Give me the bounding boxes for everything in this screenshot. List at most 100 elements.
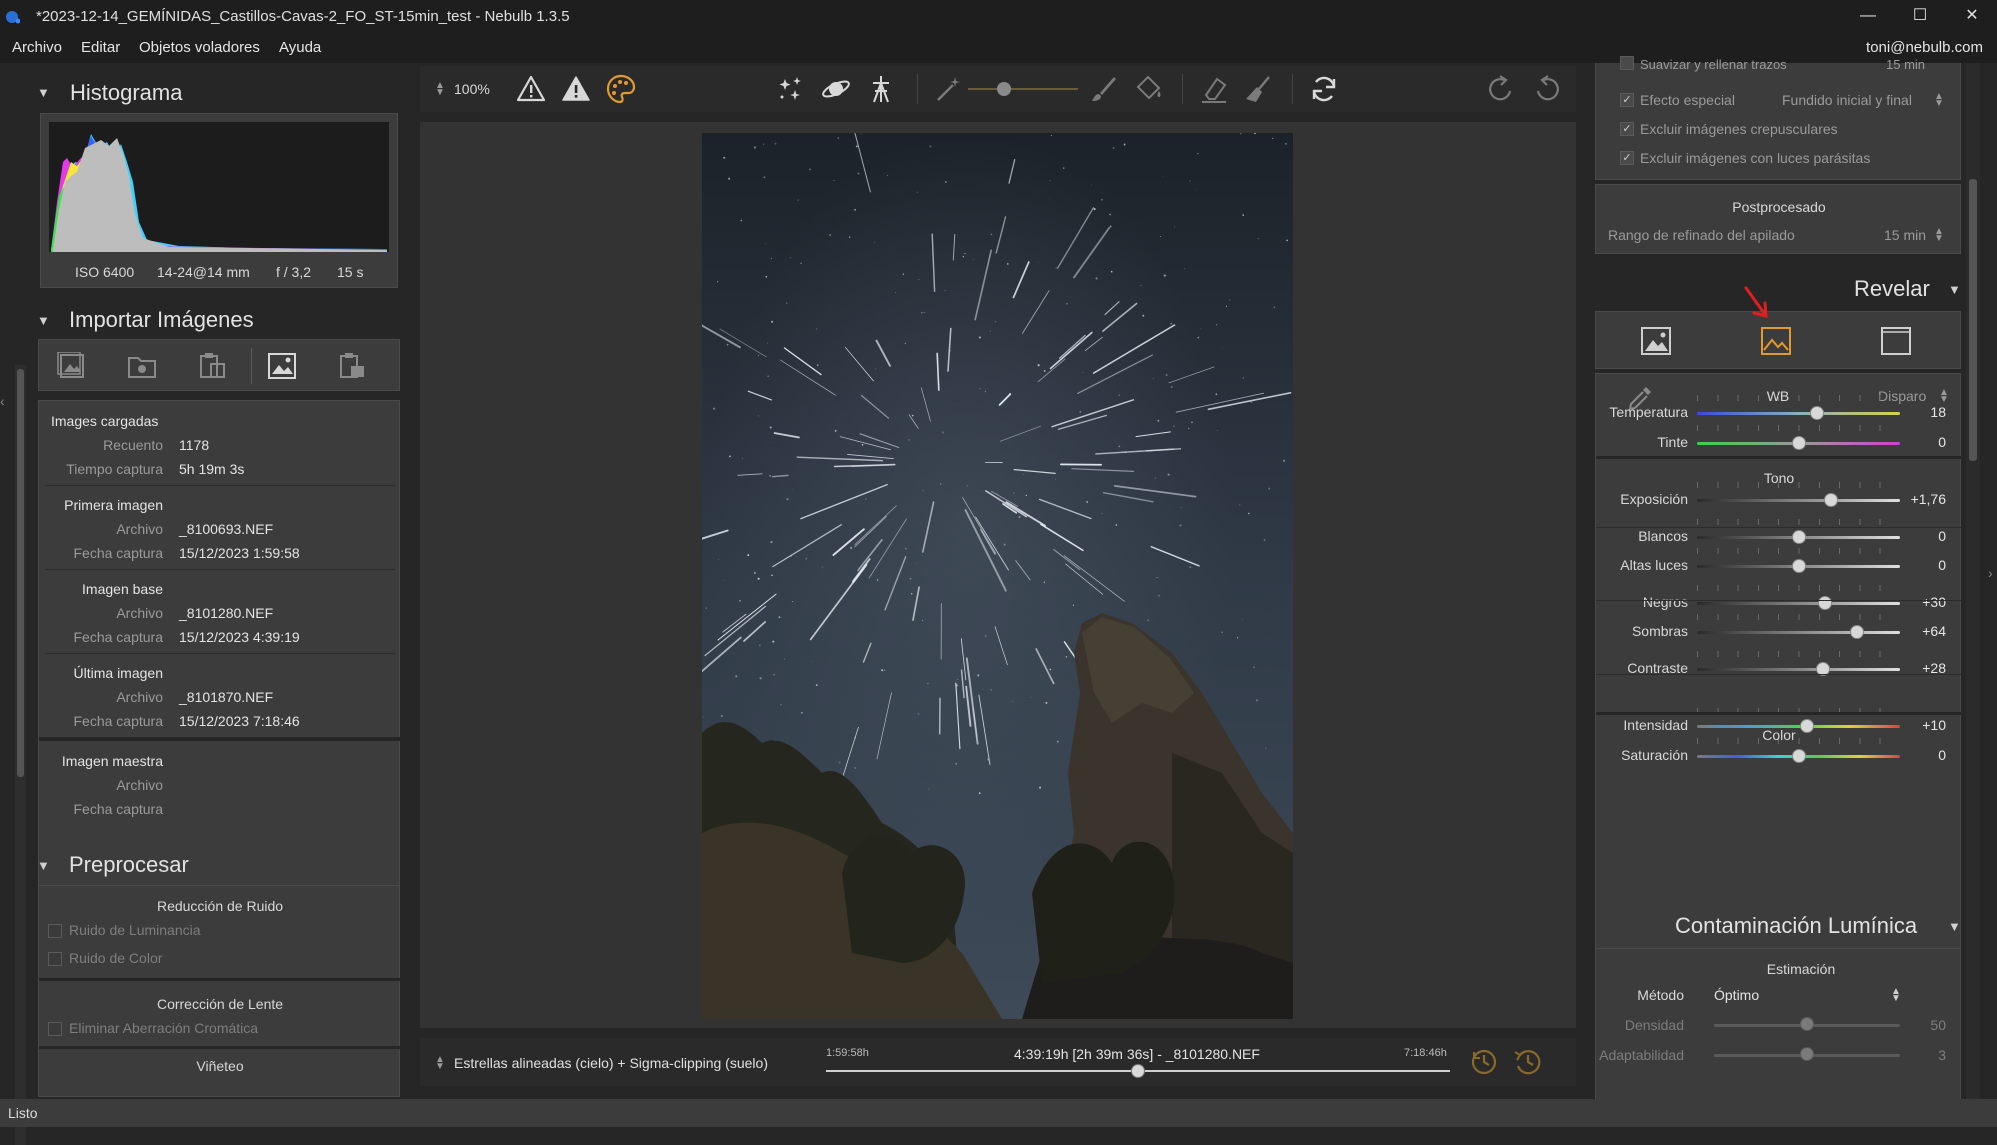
tinte-slider-knob[interactable]	[1792, 436, 1806, 450]
magic-wand-icon[interactable]	[933, 73, 965, 105]
stacking-mode[interactable]: Estrellas alineadas (cielo) + Sigma-clip…	[454, 1055, 768, 1071]
import-toolbar	[38, 339, 400, 391]
tab-frame-icon[interactable]	[1880, 326, 1912, 356]
timeline-knob[interactable]	[1131, 1064, 1145, 1078]
zoom-level[interactable]: 100%	[454, 81, 490, 97]
eraser-icon[interactable]	[1198, 73, 1230, 105]
sombras-slider-knob[interactable]	[1850, 625, 1864, 639]
paste-images-icon[interactable]	[197, 352, 227, 380]
maximize-button[interactable]: ☐	[1895, 0, 1945, 33]
menu-archivo[interactable]: Archivo	[12, 39, 62, 56]
menu-objetos-voladores[interactable]: Objetos voladores	[139, 39, 260, 56]
star	[1050, 669, 1052, 671]
zoom-spinner-icon[interactable]: ▲▼	[435, 82, 445, 96]
star	[829, 234, 831, 236]
contraste-slider[interactable]	[1697, 668, 1900, 671]
star	[929, 145, 931, 147]
altas-slider-knob[interactable]	[1792, 559, 1806, 573]
right-collapse-icon[interactable]: ›	[1988, 565, 1993, 581]
adaptability-slider-knob[interactable]	[1800, 1047, 1814, 1061]
refine-range-value[interactable]: 15 min	[1884, 227, 1926, 243]
timeline-start: 1:59:58h	[826, 1047, 869, 1059]
preprocess-collapse-icon[interactable]: ▼	[37, 858, 50, 873]
negros-slider[interactable]	[1697, 602, 1900, 605]
right-scrollbar-thumb[interactable]	[1969, 179, 1977, 461]
brush-icon[interactable]	[1088, 73, 1120, 105]
undo-icon[interactable]	[1530, 73, 1562, 105]
exposicion-slider-knob[interactable]	[1824, 493, 1838, 507]
method-spinner-icon[interactable]: ▲▼	[1891, 988, 1901, 1002]
develop-collapse-icon[interactable]: ▼	[1948, 282, 1961, 297]
temperatura-slider-knob[interactable]	[1810, 406, 1824, 420]
import-collapse-icon[interactable]: ▼	[37, 313, 50, 328]
stars-icon[interactable]	[775, 73, 807, 105]
star	[1012, 701, 1013, 702]
sombras-slider[interactable]	[1697, 631, 1900, 634]
planet-icon[interactable]	[820, 73, 852, 105]
exclude-parasitic-checkbox[interactable]: ✓	[1620, 151, 1634, 165]
refine-range-spinner-icon[interactable]: ▲▼	[1934, 228, 1944, 242]
special-effect-value[interactable]: Fundido inicial y final	[1782, 92, 1912, 108]
exposicion-slider[interactable]	[1697, 499, 1900, 502]
left-scrollbar[interactable]	[15, 365, 26, 1145]
master-image-icon[interactable]	[267, 352, 297, 380]
special-effect-checkbox[interactable]: ✓	[1620, 93, 1634, 107]
menu-editar[interactable]: Editar	[81, 39, 120, 56]
color-noise-checkbox[interactable]	[48, 952, 62, 966]
clock-history-icon[interactable]	[1512, 1046, 1544, 1078]
right-scrollbar[interactable]	[1966, 63, 1980, 1099]
star	[1141, 285, 1142, 286]
chromatic-aberration-checkbox[interactable]	[48, 1022, 62, 1036]
star	[1242, 619, 1243, 620]
clock-rewind-icon[interactable]	[1468, 1046, 1500, 1078]
star	[1265, 748, 1266, 749]
vignette-title[interactable]: Viñeteo	[39, 1058, 401, 1074]
star	[1197, 190, 1198, 191]
saturacion-slider-knob[interactable]	[1792, 749, 1806, 763]
star	[855, 737, 856, 738]
method-value[interactable]: Óptimo	[1714, 987, 1759, 1003]
tab-full-image-icon[interactable]	[1640, 326, 1672, 356]
smooth-trails-checkbox[interactable]	[1620, 56, 1634, 70]
star	[918, 713, 919, 714]
broom-icon[interactable]	[1242, 73, 1274, 105]
import-folder-icon[interactable]	[127, 352, 157, 380]
star	[1115, 524, 1117, 526]
light-pollution-collapse-icon[interactable]: ▼	[1948, 919, 1961, 934]
warning-filled-icon[interactable]	[560, 73, 592, 105]
brush-size-slider-knob[interactable]	[997, 82, 1011, 96]
paint-bucket-icon[interactable]	[1132, 73, 1164, 105]
warning-outline-icon[interactable]	[515, 73, 547, 105]
left-collapse-icon[interactable]: ‹	[0, 393, 8, 413]
mode-spinner-icon[interactable]: ▲▼	[435, 1056, 445, 1070]
star	[727, 344, 729, 346]
negros-slider-knob[interactable]	[1818, 596, 1832, 610]
refresh-icon[interactable]	[1308, 73, 1340, 105]
star	[1174, 227, 1175, 228]
star	[739, 600, 741, 602]
exclude-twilight-checkbox[interactable]: ✓	[1620, 122, 1634, 136]
star	[763, 144, 764, 145]
temperatura-slider[interactable]	[1697, 412, 1900, 415]
histogram-collapse-icon[interactable]: ▼	[37, 85, 50, 100]
close-button[interactable]: ✕	[1947, 0, 1997, 33]
star	[955, 763, 956, 764]
color-palette-icon[interactable]	[605, 73, 637, 105]
special-effect-spinner-icon[interactable]: ▲▼	[1934, 93, 1944, 107]
blancos-slider-knob[interactable]	[1792, 530, 1806, 544]
brush-size-slider[interactable]	[968, 88, 1078, 90]
left-scrollbar-thumb[interactable]	[17, 369, 24, 777]
paste-master-icon[interactable]	[337, 352, 367, 380]
tab-sky-image-icon[interactable]	[1760, 326, 1792, 356]
redo-icon[interactable]	[1486, 73, 1518, 105]
stacked-photo[interactable]	[702, 133, 1293, 1019]
minimize-button[interactable]: —	[1843, 0, 1893, 33]
density-slider-knob[interactable]	[1800, 1017, 1814, 1031]
tower-icon[interactable]	[865, 73, 897, 105]
master-image-title: Imagen maestra	[39, 753, 163, 769]
import-images-icon[interactable]	[57, 352, 87, 380]
user-account-label[interactable]: toni@nebulb.com	[1866, 39, 1983, 56]
star	[1179, 524, 1181, 526]
luminance-noise-checkbox[interactable]	[48, 924, 62, 938]
menu-ayuda[interactable]: Ayuda	[279, 39, 321, 56]
